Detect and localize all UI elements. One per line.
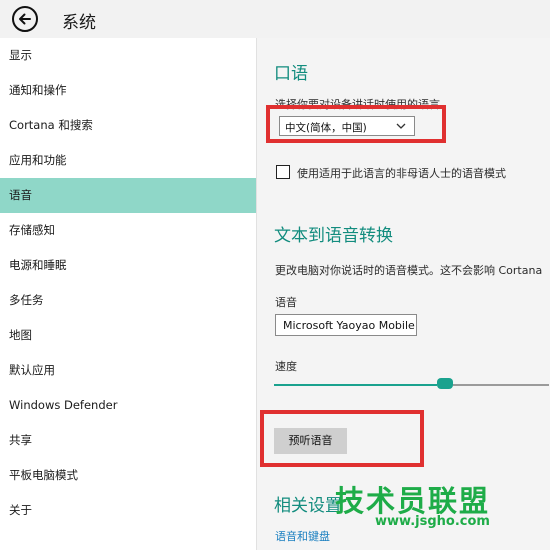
voice-label: 语音	[275, 296, 297, 309]
sidebar-item-maps[interactable]: 地图	[0, 318, 256, 353]
speed-label: 速度	[275, 360, 297, 373]
sidebar-item-sharing[interactable]: 共享	[0, 423, 256, 458]
back-button[interactable]	[12, 6, 38, 32]
non-native-checkbox-label: 使用适用于此语言的非母语人士的语音模式	[297, 167, 506, 180]
non-native-checkbox[interactable]	[276, 165, 290, 179]
speed-slider-thumb[interactable]	[437, 378, 453, 389]
sidebar-item-windows-defender[interactable]: Windows Defender	[0, 388, 256, 423]
sidebar-item-speech[interactable]: 语音	[0, 178, 256, 213]
voice-dropdown-value: Microsoft Yaoyao Mobile	[283, 319, 415, 332]
speech-heading: 口语	[274, 64, 308, 84]
voice-dropdown[interactable]: Microsoft Yaoyao Mobile	[275, 314, 417, 336]
highlight-language-dropdown	[266, 105, 446, 143]
speed-slider-fill	[274, 384, 437, 386]
sidebar-item-apps[interactable]: 应用和功能	[0, 143, 256, 178]
sidebar-item-storage[interactable]: 存储感知	[0, 213, 256, 248]
related-settings-heading: 相关设置	[274, 496, 342, 516]
sidebar-item-default-apps[interactable]: 默认应用	[0, 353, 256, 388]
sidebar-item-about[interactable]: 关于	[0, 493, 256, 528]
tts-description: 更改电脑对你说话时的语音模式。这不会影响 Cortana	[275, 264, 543, 277]
window-title: 系统	[62, 13, 96, 33]
sidebar-item-notifications[interactable]: 通知和操作	[0, 73, 256, 108]
speech-keyboard-link[interactable]: 语音和键盘	[275, 528, 330, 544]
sidebar-item-display[interactable]: 显示	[0, 38, 256, 73]
tts-heading: 文本到语音转换	[274, 226, 393, 246]
sidebar-item-tablet-mode[interactable]: 平板电脑模式	[0, 458, 256, 493]
sidebar-item-multitasking[interactable]: 多任务	[0, 283, 256, 318]
sidebar-item-power[interactable]: 电源和睡眠	[0, 248, 256, 283]
sidebar-item-cortana[interactable]: Cortana 和搜索	[0, 108, 256, 143]
title-bar: 系统	[0, 0, 550, 38]
speed-slider-track[interactable]	[453, 384, 549, 386]
highlight-preview-button	[260, 410, 424, 467]
back-arrow-icon	[19, 13, 31, 25]
watermark-url: www.jsgho.com	[375, 514, 490, 529]
sidebar-nav: 显示 通知和操作 Cortana 和搜索 应用和功能 语音 存储感知 电源和睡眠…	[0, 38, 256, 550]
